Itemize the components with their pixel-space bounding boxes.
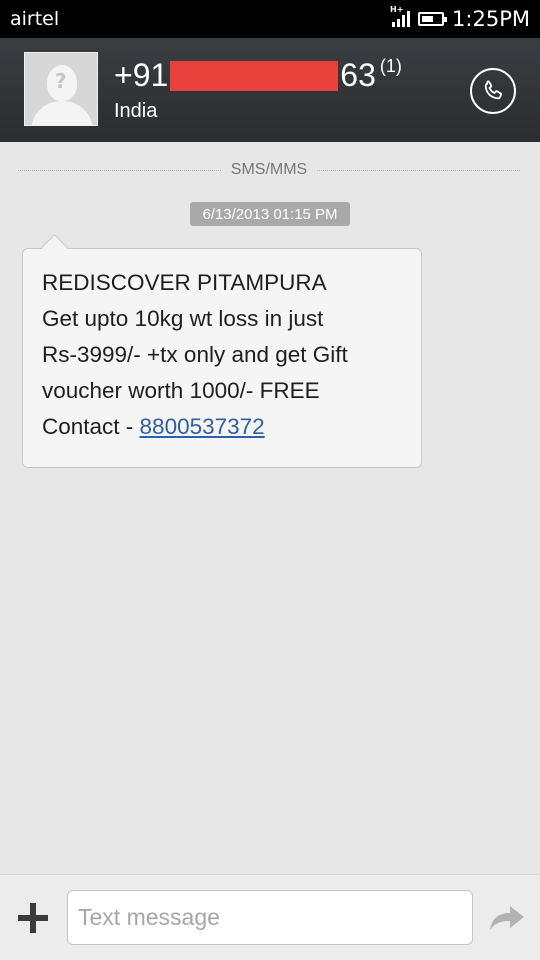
battery-icon	[418, 12, 448, 26]
number-suffix: 63	[340, 57, 376, 94]
send-arrow-icon	[490, 906, 524, 930]
question-mark-icon: ?	[55, 69, 67, 93]
contact-number: +91 63 (1)	[114, 55, 402, 94]
status-bar: airtel H+ 1:25PM	[0, 0, 540, 38]
message-count: (1)	[379, 56, 402, 77]
contact-avatar[interactable]: ?	[24, 52, 98, 126]
incoming-message-bubble[interactable]: REDISCOVER PITAMPURA Get upto 10kg wt lo…	[22, 248, 422, 468]
phone-icon	[484, 80, 503, 100]
clock: 1:25PM	[452, 7, 530, 31]
conversation-header: ? +91 63 (1) India	[0, 38, 540, 142]
thread-divider: SMS/MMS	[18, 160, 521, 180]
contact-country: India	[114, 100, 158, 122]
phone-number-link[interactable]: 8800537372	[140, 414, 265, 439]
plus-icon[interactable]	[18, 903, 48, 933]
redaction-bar	[170, 60, 339, 91]
message-input[interactable]	[67, 890, 473, 945]
message-line: Get upto 10kg wt loss in just	[42, 306, 324, 331]
message-contact-line: Contact - 8800537372	[42, 409, 402, 445]
send-button[interactable]	[488, 903, 526, 933]
signal-icon: H+	[390, 5, 411, 27]
call-button[interactable]	[470, 68, 516, 114]
network-type-label: H+	[390, 5, 404, 14]
message-timestamp: 6/13/2013 01:15 PM	[190, 202, 350, 226]
contact-label: Contact -	[42, 414, 140, 439]
carrier-name: airtel	[10, 8, 60, 30]
message-line: Rs-3999/- +tx only and get Gift	[42, 342, 348, 367]
compose-bar	[0, 874, 540, 960]
message-line: voucher worth 1000/- FREE	[42, 378, 320, 403]
message-line: REDISCOVER PITAMPURA	[42, 270, 327, 295]
status-icons: H+ 1:25PM	[390, 5, 530, 31]
divider-label: SMS/MMS	[230, 161, 308, 178]
number-prefix: +91	[114, 57, 169, 94]
